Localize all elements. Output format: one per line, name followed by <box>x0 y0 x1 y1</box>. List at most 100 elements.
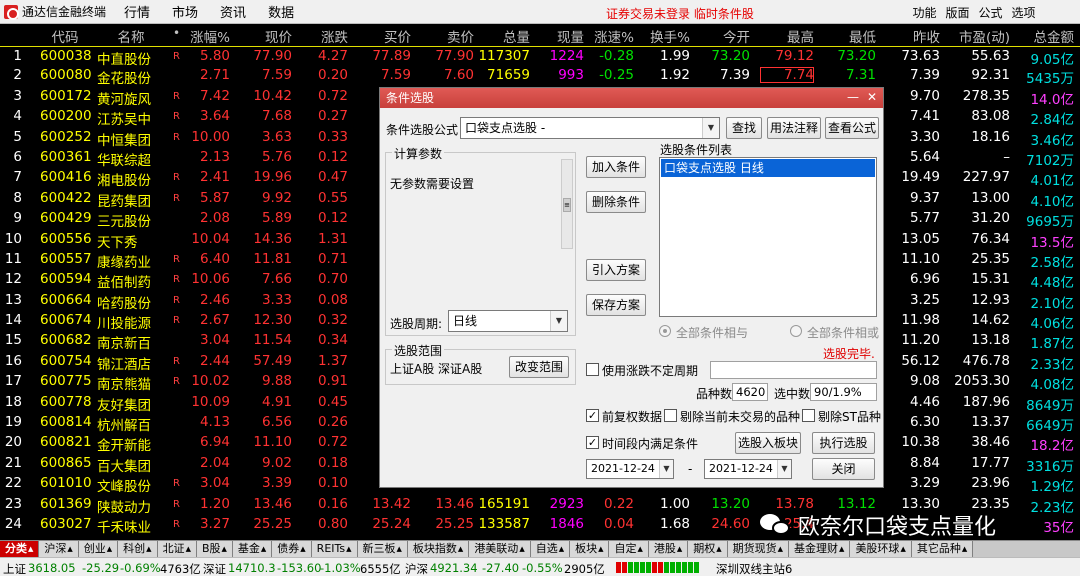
tab-15[interactable]: 港股 <box>648 541 689 557</box>
header-pe[interactable]: 市盈(动) <box>950 26 1010 46</box>
save-scheme-button[interactable]: 保存方案 <box>586 294 646 316</box>
tab-13[interactable]: 板块 <box>570 541 610 557</box>
row-index: 17 <box>4 373 22 390</box>
menu-data[interactable]: 数据 <box>268 2 294 21</box>
tab-4[interactable]: 北证 <box>157 541 197 557</box>
find-button[interactable]: 查找 <box>726 117 762 139</box>
tab-10[interactable]: 板块指数 <box>407 541 470 557</box>
tab-12[interactable]: 自选 <box>530 541 571 557</box>
header-high[interactable]: 最高 <box>760 26 814 46</box>
header-open[interactable]: 今开 <box>698 26 750 46</box>
tab-14[interactable]: 自定 <box>609 541 649 557</box>
last-price: 19.96 <box>253 169 292 186</box>
checkbox-time-range[interactable]: ✓ <box>586 436 599 449</box>
date-from-picker[interactable]: 2021-12-24 ▼ <box>586 459 674 479</box>
radio-and[interactable] <box>659 325 671 337</box>
tab-19[interactable]: 美股环球 <box>850 541 912 557</box>
hs-index[interactable]: 4921.34 <box>430 561 478 575</box>
change-scope-button[interactable]: 改变范围 <box>509 356 569 378</box>
pe-ratio: 12.93 <box>971 291 1010 308</box>
header-volume[interactable]: 总量 <box>476 26 530 46</box>
formula-select[interactable]: 口袋支点选股 - ▼ <box>460 117 720 139</box>
margin-flag: R <box>173 294 180 306</box>
price-change: 0.72 <box>317 434 348 451</box>
tab-6[interactable]: 基金 <box>232 541 273 557</box>
stock-code: 600594 <box>40 271 92 288</box>
radio-or[interactable] <box>790 325 802 337</box>
delete-condition-button[interactable]: 删除条件 <box>586 191 646 213</box>
header-code[interactable]: 代码 <box>40 26 90 46</box>
tab-18[interactable]: 基金理财 <box>789 541 851 557</box>
stock-code: 600200 <box>40 108 92 125</box>
menu-layout[interactable]: 版面 <box>941 4 974 21</box>
tab-5[interactable]: B股 <box>196 541 233 557</box>
table-row[interactable]: 1 600038 中直股份 R 5.80 77.90 4.27 77.89 77.90 11730… <box>0 46 1080 68</box>
menu-market-quotes[interactable]: 行情 <box>124 2 150 21</box>
usage-notes-button[interactable]: 用法注释 <box>767 117 821 139</box>
menu-news[interactable]: 资讯 <box>220 2 246 21</box>
tab-9[interactable]: 新三板 <box>357 541 408 557</box>
chevron-down-icon[interactable]: ▼ <box>702 118 719 138</box>
chevron-down-icon[interactable]: ▼ <box>659 460 673 478</box>
header-ask[interactable]: 卖价 <box>420 26 474 46</box>
minimize-icon[interactable]: — <box>845 90 861 106</box>
list-item[interactable]: 口袋支点选股 日线 <box>661 159 875 177</box>
header-prev-close[interactable]: 昨收 <box>886 26 940 46</box>
table-row[interactable]: 2 600080 金花股份 2.71 7.59 0.20 7.59 7.60 71659 993-… <box>0 66 1080 87</box>
stock-code: 600252 <box>40 128 92 145</box>
server-name[interactable]: 深圳双线主站6 <box>716 561 792 576</box>
checkbox-adjust[interactable]: ✓ <box>586 409 599 422</box>
header-low[interactable]: 最低 <box>822 26 876 46</box>
pe-ratio: – <box>1003 148 1010 165</box>
stock-code: 603027 <box>40 515 92 532</box>
sh-index[interactable]: 3618.05 <box>28 561 76 575</box>
close-button[interactable]: 关闭 <box>812 458 875 480</box>
header-pct[interactable]: 涨幅% <box>186 26 230 46</box>
add-to-block-button[interactable]: 选股入板块 <box>735 432 801 454</box>
tab-20[interactable]: 其它品种 <box>911 541 974 557</box>
menu-formula[interactable]: 公式 <box>974 4 1007 21</box>
scroll-thumb[interactable]: ≡ <box>563 198 571 212</box>
tab-0[interactable]: 分类 <box>0 541 40 557</box>
add-condition-button[interactable]: 加入条件 <box>586 156 646 178</box>
checkbox-period[interactable] <box>586 363 599 376</box>
run-screening-button[interactable]: 执行选股 <box>812 432 875 454</box>
menu-function[interactable]: 功能 <box>908 4 941 21</box>
tab-7[interactable]: 债券 <box>272 541 312 557</box>
total-amount: 14.0亿 <box>1030 91 1074 108</box>
sz-index[interactable]: 14710.3 <box>228 561 276 575</box>
menu-market[interactable]: 市场 <box>172 2 198 21</box>
params-scrollbar[interactable]: ≡ <box>561 159 573 249</box>
header-turnover[interactable]: 换手% <box>642 26 690 46</box>
view-formula-button[interactable]: 查看公式 <box>825 117 879 139</box>
header-name[interactable]: 名称 <box>97 26 165 46</box>
tab-1[interactable]: 沪深 <box>39 541 79 557</box>
chevron-down-icon[interactable]: ▼ <box>550 311 567 331</box>
chevron-down-icon[interactable]: ▼ <box>777 460 791 478</box>
close-icon[interactable]: ✕ <box>864 90 880 106</box>
header-bid[interactable]: 买价 <box>355 26 411 46</box>
header-change[interactable]: 涨跌 <box>300 26 348 46</box>
checkbox-exclude-no-trade[interactable] <box>664 409 677 422</box>
prev-close: 3.25 <box>909 291 940 308</box>
period-select[interactable]: 日线 ▼ <box>448 310 568 332</box>
trade-status[interactable]: 证券交易未登录 临时条件股 <box>606 5 754 22</box>
tab-17[interactable]: 期货现货 <box>727 541 790 557</box>
header-price[interactable]: 现价 <box>240 26 292 46</box>
tab-3[interactable]: 科创 <box>118 541 158 557</box>
dialog-titlebar[interactable]: 条件选股 — ✕ <box>380 88 883 108</box>
header-amount[interactable]: 总金额 <box>1016 26 1075 46</box>
tab-2[interactable]: 创业 <box>78 541 119 557</box>
price-change: 0.45 <box>317 393 348 410</box>
import-scheme-button[interactable]: 引入方案 <box>586 259 646 281</box>
menu-options[interactable]: 选项 <box>1007 4 1040 21</box>
header-speed[interactable]: 涨速% <box>590 26 634 46</box>
checkbox-exclude-st[interactable] <box>802 409 815 422</box>
header-current-volume[interactable]: 现量 <box>536 26 584 46</box>
period-range-input[interactable] <box>710 361 877 379</box>
date-to-picker[interactable]: 2021-12-24 ▼ <box>704 459 792 479</box>
tab-11[interactable]: 港美联动 <box>469 541 531 557</box>
tab-16[interactable]: 期权 <box>688 541 728 557</box>
conditions-list[interactable]: 口袋支点选股 日线 <box>659 157 877 317</box>
tab-8[interactable]: REITs <box>311 541 358 557</box>
